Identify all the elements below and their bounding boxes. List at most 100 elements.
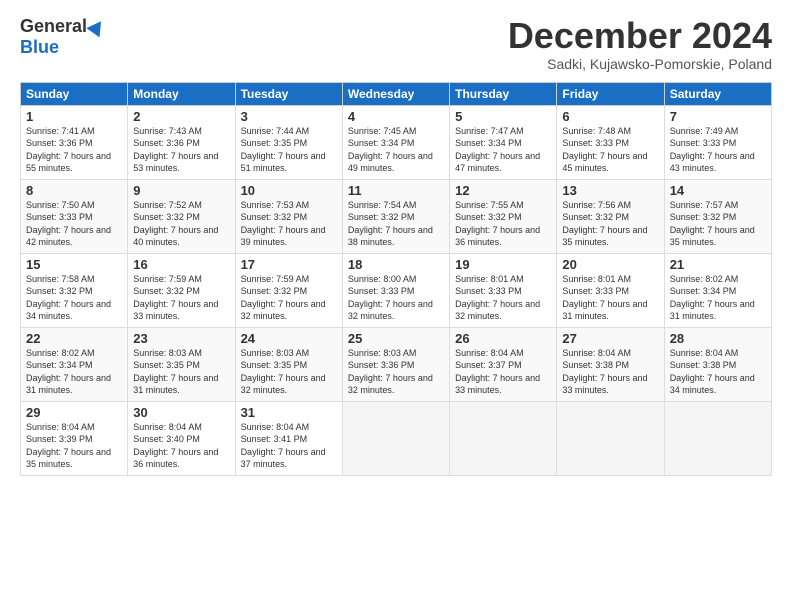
day-number: 15 (26, 257, 122, 272)
day-info: Sunrise: 8:00 AM Sunset: 3:33 PM Dayligh… (348, 273, 444, 323)
day-info: Sunrise: 8:02 AM Sunset: 3:34 PM Dayligh… (26, 347, 122, 397)
day-info: Sunrise: 8:04 AM Sunset: 3:37 PM Dayligh… (455, 347, 551, 397)
day-number: 14 (670, 183, 766, 198)
day-number: 11 (348, 183, 444, 198)
calendar-cell: 14Sunrise: 7:57 AM Sunset: 3:32 PM Dayli… (664, 179, 771, 253)
calendar-cell: 8Sunrise: 7:50 AM Sunset: 3:33 PM Daylig… (21, 179, 128, 253)
calendar-table: SundayMondayTuesdayWednesdayThursdayFrid… (20, 82, 772, 476)
calendar-cell: 7Sunrise: 7:49 AM Sunset: 3:33 PM Daylig… (664, 105, 771, 179)
day-number: 4 (348, 109, 444, 124)
calendar-cell: 10Sunrise: 7:53 AM Sunset: 3:32 PM Dayli… (235, 179, 342, 253)
day-info: Sunrise: 7:44 AM Sunset: 3:35 PM Dayligh… (241, 125, 337, 175)
day-number: 1 (26, 109, 122, 124)
day-number: 24 (241, 331, 337, 346)
calendar-cell: 30Sunrise: 8:04 AM Sunset: 3:40 PM Dayli… (128, 401, 235, 475)
day-info: Sunrise: 7:43 AM Sunset: 3:36 PM Dayligh… (133, 125, 229, 175)
logo-triangle-icon (86, 16, 107, 37)
day-info: Sunrise: 8:04 AM Sunset: 3:41 PM Dayligh… (241, 421, 337, 471)
page: General Blue December 2024 Sadki, Kujaws… (0, 0, 792, 612)
day-info: Sunrise: 8:04 AM Sunset: 3:38 PM Dayligh… (670, 347, 766, 397)
calendar-cell: 29Sunrise: 8:04 AM Sunset: 3:39 PM Dayli… (21, 401, 128, 475)
day-info: Sunrise: 7:57 AM Sunset: 3:32 PM Dayligh… (670, 199, 766, 249)
day-info: Sunrise: 7:50 AM Sunset: 3:33 PM Dayligh… (26, 199, 122, 249)
day-number: 27 (562, 331, 658, 346)
day-info: Sunrise: 7:54 AM Sunset: 3:32 PM Dayligh… (348, 199, 444, 249)
day-number: 8 (26, 183, 122, 198)
day-number: 3 (241, 109, 337, 124)
day-info: Sunrise: 7:52 AM Sunset: 3:32 PM Dayligh… (133, 199, 229, 249)
day-number: 10 (241, 183, 337, 198)
calendar-cell (342, 401, 449, 475)
day-number: 28 (670, 331, 766, 346)
month-title: December 2024 (508, 16, 772, 56)
calendar-cell: 22Sunrise: 8:02 AM Sunset: 3:34 PM Dayli… (21, 327, 128, 401)
col-header-thursday: Thursday (450, 82, 557, 105)
day-info: Sunrise: 7:47 AM Sunset: 3:34 PM Dayligh… (455, 125, 551, 175)
logo: General Blue (20, 16, 105, 58)
day-number: 2 (133, 109, 229, 124)
col-header-wednesday: Wednesday (342, 82, 449, 105)
logo-blue: Blue (20, 37, 59, 58)
day-info: Sunrise: 8:01 AM Sunset: 3:33 PM Dayligh… (562, 273, 658, 323)
col-header-tuesday: Tuesday (235, 82, 342, 105)
calendar-cell: 6Sunrise: 7:48 AM Sunset: 3:33 PM Daylig… (557, 105, 664, 179)
day-info: Sunrise: 7:55 AM Sunset: 3:32 PM Dayligh… (455, 199, 551, 249)
calendar-cell: 26Sunrise: 8:04 AM Sunset: 3:37 PM Dayli… (450, 327, 557, 401)
calendar-cell: 4Sunrise: 7:45 AM Sunset: 3:34 PM Daylig… (342, 105, 449, 179)
day-number: 20 (562, 257, 658, 272)
week-row-4: 22Sunrise: 8:02 AM Sunset: 3:34 PM Dayli… (21, 327, 772, 401)
day-number: 21 (670, 257, 766, 272)
day-info: Sunrise: 8:04 AM Sunset: 3:38 PM Dayligh… (562, 347, 658, 397)
day-info: Sunrise: 7:59 AM Sunset: 3:32 PM Dayligh… (241, 273, 337, 323)
calendar-cell: 27Sunrise: 8:04 AM Sunset: 3:38 PM Dayli… (557, 327, 664, 401)
day-number: 29 (26, 405, 122, 420)
day-info: Sunrise: 8:04 AM Sunset: 3:40 PM Dayligh… (133, 421, 229, 471)
day-info: Sunrise: 7:45 AM Sunset: 3:34 PM Dayligh… (348, 125, 444, 175)
logo-text: General (20, 16, 105, 37)
calendar-cell: 24Sunrise: 8:03 AM Sunset: 3:35 PM Dayli… (235, 327, 342, 401)
day-number: 26 (455, 331, 551, 346)
day-number: 6 (562, 109, 658, 124)
day-info: Sunrise: 7:56 AM Sunset: 3:32 PM Dayligh… (562, 199, 658, 249)
day-number: 5 (455, 109, 551, 124)
day-info: Sunrise: 8:03 AM Sunset: 3:35 PM Dayligh… (133, 347, 229, 397)
week-row-5: 29Sunrise: 8:04 AM Sunset: 3:39 PM Dayli… (21, 401, 772, 475)
calendar-cell: 18Sunrise: 8:00 AM Sunset: 3:33 PM Dayli… (342, 253, 449, 327)
day-number: 30 (133, 405, 229, 420)
calendar-cell: 20Sunrise: 8:01 AM Sunset: 3:33 PM Dayli… (557, 253, 664, 327)
calendar-cell: 3Sunrise: 7:44 AM Sunset: 3:35 PM Daylig… (235, 105, 342, 179)
col-header-friday: Friday (557, 82, 664, 105)
day-number: 23 (133, 331, 229, 346)
calendar-cell: 9Sunrise: 7:52 AM Sunset: 3:32 PM Daylig… (128, 179, 235, 253)
col-header-saturday: Saturday (664, 82, 771, 105)
day-number: 16 (133, 257, 229, 272)
calendar-cell: 17Sunrise: 7:59 AM Sunset: 3:32 PM Dayli… (235, 253, 342, 327)
day-info: Sunrise: 7:49 AM Sunset: 3:33 PM Dayligh… (670, 125, 766, 175)
calendar-cell: 2Sunrise: 7:43 AM Sunset: 3:36 PM Daylig… (128, 105, 235, 179)
week-row-3: 15Sunrise: 7:58 AM Sunset: 3:32 PM Dayli… (21, 253, 772, 327)
calendar-cell: 5Sunrise: 7:47 AM Sunset: 3:34 PM Daylig… (450, 105, 557, 179)
calendar-cell (557, 401, 664, 475)
day-info: Sunrise: 8:01 AM Sunset: 3:33 PM Dayligh… (455, 273, 551, 323)
day-info: Sunrise: 8:03 AM Sunset: 3:35 PM Dayligh… (241, 347, 337, 397)
day-info: Sunrise: 8:02 AM Sunset: 3:34 PM Dayligh… (670, 273, 766, 323)
calendar-cell: 13Sunrise: 7:56 AM Sunset: 3:32 PM Dayli… (557, 179, 664, 253)
day-info: Sunrise: 8:03 AM Sunset: 3:36 PM Dayligh… (348, 347, 444, 397)
calendar-cell: 25Sunrise: 8:03 AM Sunset: 3:36 PM Dayli… (342, 327, 449, 401)
calendar-cell: 28Sunrise: 8:04 AM Sunset: 3:38 PM Dayli… (664, 327, 771, 401)
title-block: December 2024 Sadki, Kujawsko-Pomorskie,… (508, 16, 772, 72)
calendar-cell: 23Sunrise: 8:03 AM Sunset: 3:35 PM Dayli… (128, 327, 235, 401)
day-number: 22 (26, 331, 122, 346)
day-info: Sunrise: 7:41 AM Sunset: 3:36 PM Dayligh… (26, 125, 122, 175)
subtitle: Sadki, Kujawsko-Pomorskie, Poland (508, 56, 772, 72)
header-row: SundayMondayTuesdayWednesdayThursdayFrid… (21, 82, 772, 105)
day-number: 12 (455, 183, 551, 198)
day-info: Sunrise: 7:58 AM Sunset: 3:32 PM Dayligh… (26, 273, 122, 323)
calendar-cell (664, 401, 771, 475)
day-number: 17 (241, 257, 337, 272)
calendar-cell: 21Sunrise: 8:02 AM Sunset: 3:34 PM Dayli… (664, 253, 771, 327)
calendar-cell: 19Sunrise: 8:01 AM Sunset: 3:33 PM Dayli… (450, 253, 557, 327)
day-info: Sunrise: 7:59 AM Sunset: 3:32 PM Dayligh… (133, 273, 229, 323)
week-row-2: 8Sunrise: 7:50 AM Sunset: 3:33 PM Daylig… (21, 179, 772, 253)
day-number: 25 (348, 331, 444, 346)
